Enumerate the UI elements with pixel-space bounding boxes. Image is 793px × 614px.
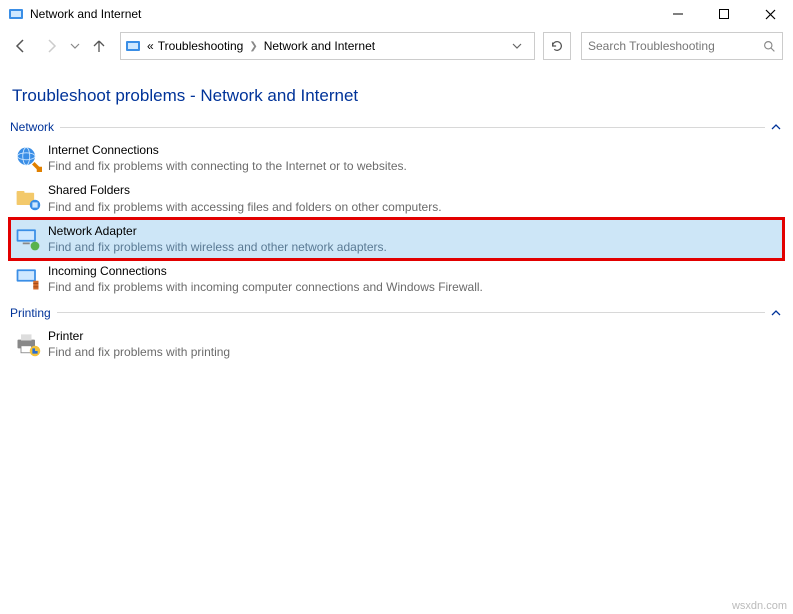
item-title: Incoming Connections [48, 263, 483, 279]
watermark: wsxdn.com [732, 600, 787, 612]
content-area: Troubleshoot problems - Network and Inte… [0, 64, 793, 364]
item-title: Printer [48, 328, 230, 344]
search-placeholder: Search Troubleshooting [588, 39, 763, 53]
recent-locations-button[interactable] [68, 33, 82, 59]
window-titlebar: Network and Internet [0, 0, 793, 28]
forward-button[interactable] [38, 33, 64, 59]
troubleshooter-network-adapter[interactable]: Network Adapter Find and fix problems wi… [10, 219, 783, 259]
printer-icon [12, 328, 44, 360]
divider [60, 127, 765, 128]
firewall-icon [12, 263, 44, 295]
app-icon [8, 6, 24, 22]
item-desc: Find and fix problems with incoming comp… [48, 279, 483, 295]
section-label: Network [10, 120, 54, 134]
item-desc: Find and fix problems with accessing fil… [48, 199, 442, 215]
item-title: Shared Folders [48, 182, 442, 198]
maximize-button[interactable] [701, 0, 747, 28]
item-title: Network Adapter [48, 223, 387, 239]
troubleshooter-internet-connections[interactable]: Internet Connections Find and fix proble… [10, 138, 783, 178]
item-desc: Find and fix problems with printing [48, 344, 230, 360]
section-header-network[interactable]: Network [10, 120, 783, 134]
up-button[interactable] [86, 33, 112, 59]
troubleshooter-incoming-connections[interactable]: Incoming Connections Find and fix proble… [10, 259, 783, 299]
window-controls [655, 0, 793, 28]
item-desc: Find and fix problems with wireless and … [48, 239, 387, 255]
minimize-button[interactable] [655, 0, 701, 28]
section-header-printing[interactable]: Printing [10, 306, 783, 320]
folder-network-icon [12, 182, 44, 214]
globe-icon [12, 142, 44, 174]
section-label: Printing [10, 306, 51, 320]
window-title: Network and Internet [30, 7, 141, 21]
search-box[interactable]: Search Troubleshooting [581, 32, 783, 60]
item-title: Internet Connections [48, 142, 407, 158]
address-bar[interactable]: « Troubleshooting ❯ Network and Internet [120, 32, 535, 60]
breadcrumb-prefix: « [145, 39, 156, 53]
nav-bar: « Troubleshooting ❯ Network and Internet… [0, 28, 793, 64]
page-title: Troubleshoot problems - Network and Inte… [12, 86, 783, 106]
item-desc: Find and fix problems with connecting to… [48, 158, 407, 174]
location-icon [125, 38, 141, 54]
divider [57, 312, 765, 313]
close-button[interactable] [747, 0, 793, 28]
search-icon [763, 40, 776, 53]
breadcrumb-item[interactable]: Network and Internet [262, 39, 377, 53]
back-button[interactable] [8, 33, 34, 59]
address-dropdown-button[interactable] [512, 41, 530, 51]
chevron-right-icon: ❯ [245, 41, 261, 52]
monitor-network-icon [12, 223, 44, 255]
collapse-icon[interactable] [771, 308, 783, 318]
breadcrumb-item[interactable]: Troubleshooting [156, 39, 246, 53]
refresh-button[interactable] [543, 32, 571, 60]
collapse-icon[interactable] [771, 122, 783, 132]
troubleshooter-shared-folders[interactable]: Shared Folders Find and fix problems wit… [10, 178, 783, 218]
troubleshooter-printer[interactable]: Printer Find and fix problems with print… [10, 324, 783, 364]
